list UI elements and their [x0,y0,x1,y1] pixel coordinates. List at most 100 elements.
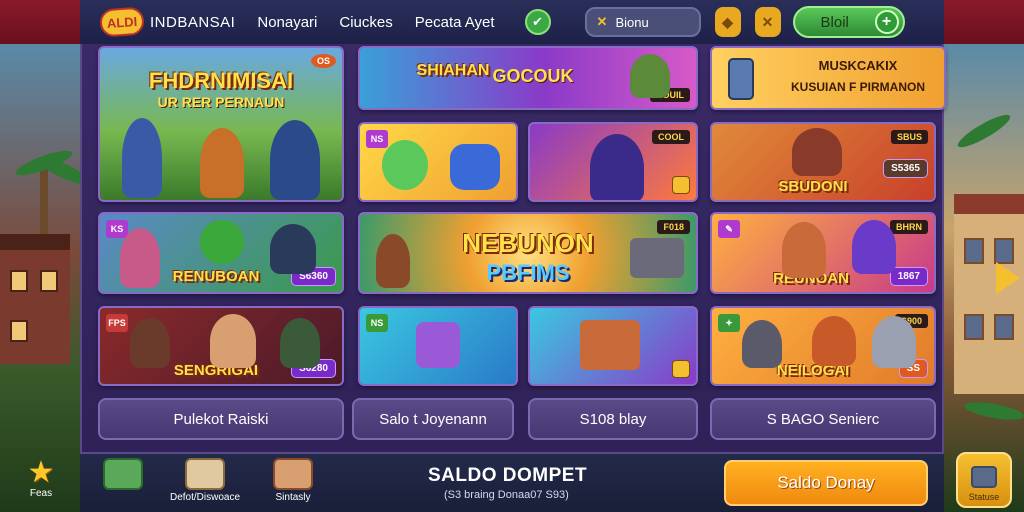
character-illustration [200,128,244,198]
character-illustration [270,224,316,274]
top-bar-inner: ALDI INDBANSAI Nonayari Ciuckes Pecata A… [80,0,944,44]
swords-icon: ✕ [596,14,608,29]
character-illustration [590,134,644,200]
game-card[interactable]: SHIAHAN GOCOUK BOUIL [358,46,698,110]
card-tag: COOL [652,130,690,144]
card-tag: F018 [657,220,690,234]
boost-button[interactable]: Bloil + [792,6,905,38]
card-badge: FPS [106,314,128,332]
house [0,234,70,364]
top-search-label: Bionu [615,14,649,30]
gem-box-illustration [416,322,460,368]
card-price: 1867 [889,267,928,286]
character-illustration [792,128,842,176]
card-badge-icon: ✎ [718,220,740,238]
character-illustration [872,316,916,368]
card-title: FHDRNIMISAI [148,68,294,93]
category-button-2[interactable]: Salo t Joyenann [352,398,514,440]
game-card[interactable] [528,306,698,386]
character-illustration [812,316,856,366]
crossed-swords-icon[interactable]: ✕ [754,7,781,37]
character-illustration [210,314,256,368]
bottom-nav-label-3: Sintasly [275,492,311,503]
card-subtitle: KUSUIAN F PIRMANON [791,80,925,94]
category-button-3[interactable]: S108 blay [528,398,698,440]
bottom-bar: Defot/Diswoace Sintasly SALDO DOMPET (S3… [80,452,944,512]
left-scenery [0,44,80,512]
card-badge: NS [366,314,388,332]
bottom-nav-item-1[interactable] [88,458,158,510]
bottom-nav-label-2: Defot/Diswoace [169,492,241,503]
chest-icon [672,176,690,194]
character-illustration [280,318,320,368]
nav-link-1[interactable]: Nonayari [257,14,317,31]
game-card[interactable]: NS [358,122,518,202]
character-illustration [130,318,170,368]
card-tag: SBUS [890,130,928,144]
bottom-nav-item-3[interactable]: Sintasly [258,458,328,510]
game-card[interactable]: COOL [528,122,698,202]
character-illustration [122,118,162,198]
logo[interactable]: ALDI [99,6,145,38]
character-illustration [120,228,160,288]
star-icon: ★ [27,456,55,489]
character-illustration [630,54,670,98]
history-icon [273,458,313,490]
wallet-balance-title: SALDO DOMPET [428,465,588,486]
plus-icon: + [874,10,899,34]
status-label: Statuse [968,492,1000,502]
house-illustration [580,320,640,370]
game-card[interactable]: NS [358,306,518,386]
game-card[interactable]: FPS SENGRIGAI S6280 [98,306,344,386]
favorites-label: Feas [29,488,53,499]
next-arrow-icon[interactable] [996,262,1020,294]
character-illustration [376,234,410,288]
card-badge-icon: ✦ [718,314,740,332]
card-title: SBUDONI [778,178,848,195]
cannon-illustration [630,238,684,278]
green-circle-icon[interactable]: ✔ [524,9,551,35]
game-card[interactable]: ✦ S900 NEILOGAI SS [710,306,936,386]
card-title: MUSKCAKIX [818,58,898,73]
category-button-1[interactable]: Pulekot Raiski [98,398,344,440]
wallet-balance-button[interactable]: Saldo Donay [724,460,928,506]
shield-icon[interactable]: ◆ [714,7,741,37]
phone-icon [728,58,754,100]
character-illustration [382,140,428,190]
nav-link-3[interactable]: Pecata Ayet [415,14,495,31]
wallet-balance-detail: (S3 braing Donaa07 S93) [444,489,569,501]
card-subtitle: UR RER PERNAUN [157,94,285,110]
palm-leaf [954,109,1014,153]
house [954,194,1024,394]
deposit-icon [185,458,225,490]
boost-label: Bloil [820,13,849,31]
character-illustration [852,220,896,274]
brand-name: INDBANSAI [150,13,236,31]
featured-game-card[interactable]: NEBUNON PBFIMS F018 [358,212,698,294]
status-button[interactable]: Statuse [956,452,1012,508]
game-card[interactable]: SBUDONI SBUS S5365 [710,122,936,202]
cash-stack-icon [103,458,143,490]
character-illustration [270,120,320,200]
game-card[interactable]: ✎ BHRN REUNOAN 1867 [710,212,936,294]
card-badge: NS [366,130,388,148]
game-card[interactable]: KS RENUBOAN S6360 [98,212,344,294]
card-tag: BHRN [890,220,928,234]
game-card[interactable]: FHDRNIMISAI UR RER PERNAUN OS [98,46,344,202]
card-tag: OS [310,54,336,68]
palm-leaf [963,398,1024,424]
top-search-field[interactable]: ✕ Bionu [584,7,701,37]
nav-link-2[interactable]: Ciuckes [339,14,392,31]
character-illustration [782,222,826,278]
card-badge: KS [106,220,128,238]
gift-icon [672,360,690,378]
game-card[interactable]: MUSKCAKIX KUSUIAN F PIRMANON [710,46,946,110]
favorites-button[interactable]: ★ Feas [14,456,68,500]
character-illustration [450,144,500,190]
card-price: S5365 [883,159,928,178]
category-button-4[interactable]: S BAGO Senierc [710,398,936,440]
bottom-nav-item-2[interactable]: Defot/Diswoace [162,458,248,510]
character-illustration [200,220,244,264]
lock-icon [971,466,997,488]
top-bar: ALDI INDBANSAI Nonayari Ciuckes Pecata A… [0,0,1024,44]
